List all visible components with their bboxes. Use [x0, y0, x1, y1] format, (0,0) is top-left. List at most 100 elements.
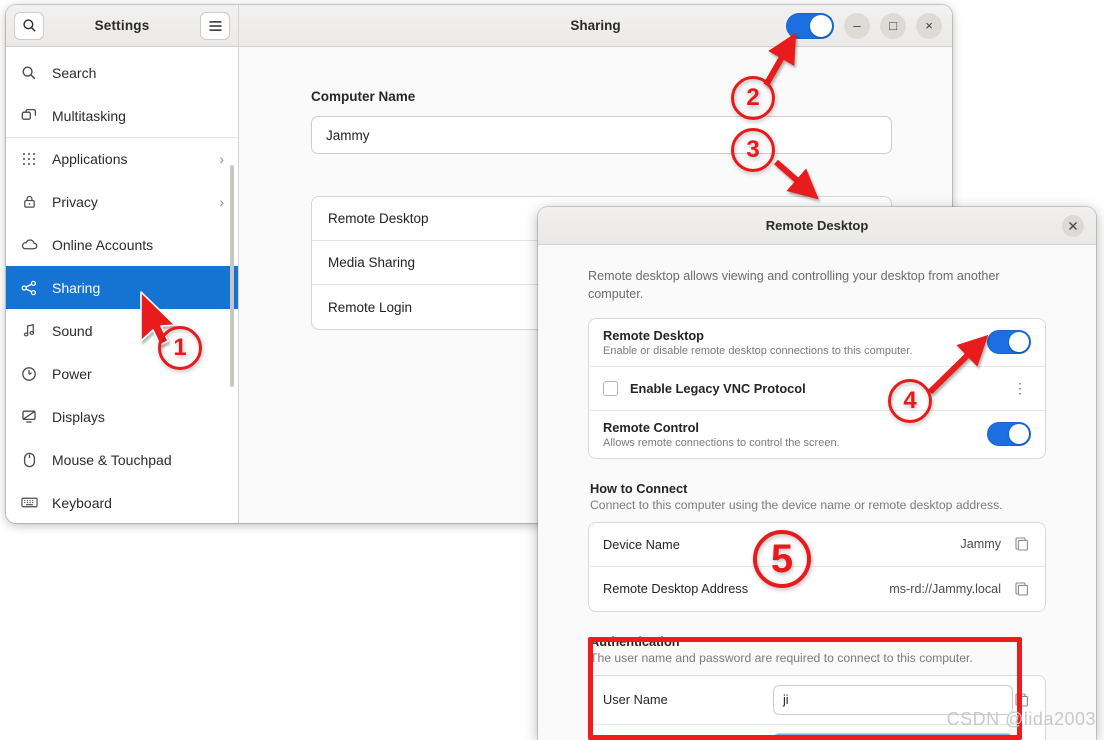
- search-button[interactable]: [14, 11, 44, 40]
- settings-title: Settings: [94, 18, 150, 33]
- sidebar-item-power[interactable]: Power: [6, 352, 238, 395]
- toggle-knob: [1009, 424, 1029, 444]
- close-button[interactable]: ×: [916, 12, 942, 39]
- how-to-connect-card: Device Name Jammy Remote Desktop Address…: [588, 521, 1046, 612]
- toggle-knob: [1009, 332, 1029, 352]
- sidebar-item-privacy[interactable]: Privacy ›: [6, 180, 238, 223]
- dialog-body: Remote desktop allows viewing and contro…: [538, 245, 1096, 740]
- sidebar-item-sound[interactable]: Sound: [6, 309, 238, 352]
- toggle-knob: [810, 14, 832, 37]
- sidebar-item-keyboard[interactable]: Keyboard: [6, 481, 238, 523]
- keyboard-icon: [20, 494, 38, 512]
- computer-name-label: Computer Name: [311, 89, 416, 104]
- multitasking-icon: [20, 107, 38, 125]
- sidebar-item-label: Online Accounts: [52, 236, 154, 253]
- dialog-title: Remote Desktop: [765, 218, 869, 233]
- legacy-vnc-menu-button[interactable]: ⋮: [1009, 381, 1031, 395]
- remote-desktop-toggle[interactable]: [987, 330, 1031, 354]
- sidebar-item-label: Sound: [52, 322, 93, 339]
- drow-value: Jammy: [960, 537, 1001, 551]
- drow-device-name: Device Name Jammy: [589, 523, 1045, 567]
- drow-value: ms-rd://Jammy.local: [889, 581, 1001, 596]
- drow-title: Enable Legacy VNC Protocol: [630, 380, 806, 396]
- row-label: Remote Login: [328, 299, 413, 315]
- user-name-value: ji: [783, 692, 789, 707]
- search-icon: [22, 19, 36, 32]
- remote-desktop-toggles-card: Remote Desktop Enable or disable remote …: [588, 317, 1046, 459]
- sidebar-item-label: Privacy: [52, 193, 98, 210]
- sidebar-item-sharing[interactable]: Sharing: [6, 266, 238, 309]
- how-to-connect-heading: How to Connect: [590, 480, 688, 496]
- chevron-right-icon: ›: [219, 193, 224, 210]
- how-to-connect-subheading: Connect to this computer using the devic…: [590, 497, 1003, 512]
- sidebar-scrollbar[interactable]: [230, 165, 234, 387]
- sidebar-item-applications[interactable]: Applications ›: [6, 137, 238, 180]
- music-note-icon: [20, 322, 38, 340]
- row-label: Remote Desktop: [328, 211, 429, 226]
- grid-icon: [20, 150, 38, 168]
- computer-name-input[interactable]: Jammy: [311, 116, 892, 154]
- settings-titlebar: Settings Sharing – □ ×: [6, 5, 952, 47]
- cloud-icon: [20, 236, 38, 254]
- drow-title: Remote Control: [603, 419, 699, 435]
- sidebar-item-label: Displays: [52, 408, 105, 425]
- window-controls: – □ ×: [786, 12, 942, 39]
- display-icon: [20, 408, 38, 426]
- row-label: Media Sharing: [328, 255, 416, 270]
- sidebar-header: Settings: [6, 5, 239, 46]
- legacy-vnc-checkbox[interactable]: [603, 380, 618, 396]
- drow-remote-control: Remote Control Allows remote connections…: [589, 411, 1045, 458]
- main-menu-button[interactable]: [200, 11, 230, 40]
- dialog-description: Remote desktop allows viewing and contro…: [588, 269, 1000, 302]
- drow-remote-desktop: Remote Desktop Enable or disable remote …: [589, 319, 1045, 367]
- drow-label: Device Name: [603, 536, 680, 552]
- sidebar-item-mouse-touchpad[interactable]: Mouse & Touchpad: [6, 438, 238, 481]
- sidebar-item-search[interactable]: Search: [6, 51, 238, 94]
- lock-icon: [20, 193, 38, 211]
- share-nodes-icon: [20, 279, 38, 297]
- authentication-card: User Name ji Password ●●●●●●●●●●●: [588, 674, 1046, 740]
- sidebar-item-label: Sharing: [52, 279, 101, 296]
- search-icon: [20, 64, 38, 82]
- settings-sidebar: Search Multitasking Applications › Priva…: [6, 47, 239, 523]
- sharing-master-toggle[interactable]: [786, 12, 834, 39]
- drow-legacy-vnc: Enable Legacy VNC Protocol ⋮: [589, 367, 1045, 411]
- drow-subtitle: Allows remote connections to control the…: [603, 436, 840, 449]
- watermark: CSDN @lida2003: [946, 709, 1096, 729]
- authentication-subheading: The user name and password are required …: [590, 650, 973, 665]
- password-input[interactable]: ●●●●●●●●●●●: [773, 733, 1013, 740]
- drow-label: Remote Desktop Address: [603, 581, 749, 596]
- remote-control-toggle[interactable]: [987, 422, 1031, 446]
- dialog-header: Remote Desktop: [538, 207, 1096, 245]
- sidebar-item-displays[interactable]: Displays: [6, 395, 238, 438]
- sidebar-item-label: Mouse & Touchpad: [52, 451, 172, 468]
- drow-title: Remote Desktop: [603, 327, 704, 343]
- hamburger-menu-icon: [209, 20, 221, 31]
- chevron-right-icon: ›: [219, 151, 224, 167]
- sidebar-item-multitasking[interactable]: Multitasking: [6, 94, 238, 137]
- computer-name-value: Jammy: [326, 127, 370, 143]
- screenshot-root: Settings Sharing – □ × Search Multitaski…: [0, 0, 1104, 740]
- drow-remote-desktop-address: Remote Desktop Address ms-rd://Jammy.loc…: [589, 567, 1045, 611]
- close-icon: [1069, 221, 1077, 230]
- drow-subtitle: Enable or disable remote desktop connect…: [603, 344, 913, 357]
- dialog-close-button[interactable]: [1062, 214, 1084, 237]
- remote-desktop-dialog: Remote Desktop Remote desktop allows vie…: [538, 207, 1096, 740]
- sidebar-item-label: Applications: [52, 151, 128, 167]
- window-header: Sharing – □ ×: [239, 5, 952, 46]
- drow-text: Remote Control Allows remote connections…: [603, 420, 987, 449]
- sidebar-item-label: Search: [52, 64, 97, 81]
- minimize-button[interactable]: –: [844, 12, 870, 39]
- sidebar-item-label: Power: [52, 365, 92, 382]
- copy-icon[interactable]: [1013, 581, 1031, 596]
- sidebar-item-label: Keyboard: [52, 494, 112, 511]
- sidebar-item-label: Multitasking: [52, 107, 126, 124]
- copy-icon[interactable]: [1013, 692, 1031, 707]
- drow-text: Remote Desktop Enable or disable remote …: [603, 328, 987, 357]
- user-name-label: User Name: [603, 692, 668, 707]
- copy-icon[interactable]: [1013, 537, 1031, 551]
- mouse-icon: [20, 451, 38, 469]
- sidebar-item-online-accounts[interactable]: Online Accounts: [6, 223, 238, 266]
- maximize-button[interactable]: □: [880, 12, 906, 39]
- authentication-heading: Authentication: [590, 633, 680, 649]
